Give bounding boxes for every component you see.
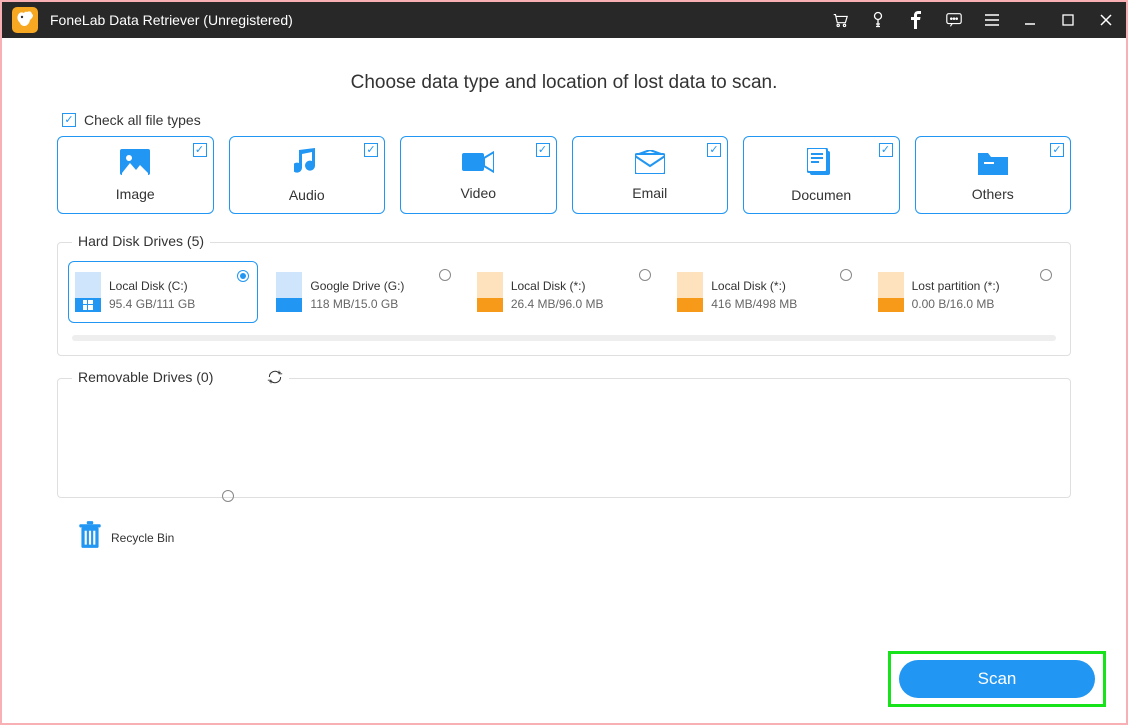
email-icon [635, 150, 665, 179]
page-headline: Choose data type and location of lost da… [57, 72, 1071, 94]
drive-icon [477, 272, 503, 312]
type-checkbox[interactable] [1050, 143, 1064, 157]
drive-size: 118 MB/15.0 GB [310, 297, 404, 311]
scan-button[interactable]: Scan [899, 660, 1095, 698]
drive-name: Local Disk (*:) [511, 279, 604, 293]
check-all-file-types[interactable]: Check all file types [62, 112, 1071, 128]
others-icon [978, 149, 1008, 180]
scan-highlight: Scan [888, 651, 1106, 707]
type-card-image[interactable]: Image [57, 136, 214, 214]
recycle-label: Recycle Bin [111, 531, 174, 545]
audio-icon [294, 148, 320, 181]
documen-icon [807, 148, 835, 181]
cart-icon[interactable] [830, 10, 850, 30]
removable-legend: Removable Drives (0) [72, 369, 289, 388]
video-icon [462, 150, 494, 179]
drive-card[interactable]: Local Disk (C:) 95.4 GB/111 GB [68, 261, 258, 323]
drive-name: Local Disk (C:) [109, 279, 195, 293]
drive-name: Google Drive (G:) [310, 279, 404, 293]
type-checkbox[interactable] [707, 143, 721, 157]
hdd-legend: Hard Disk Drives (5) [72, 233, 210, 249]
key-icon[interactable] [868, 10, 888, 30]
drive-name: Local Disk (*:) [711, 279, 797, 293]
drive-radio[interactable] [439, 269, 451, 281]
type-label: Image [116, 186, 155, 202]
drive-card[interactable]: Google Drive (G:) 118 MB/15.0 GB [270, 261, 458, 323]
type-checkbox[interactable] [879, 143, 893, 157]
type-checkbox[interactable] [536, 143, 550, 157]
recycle-radio[interactable] [222, 490, 234, 502]
drive-card[interactable]: Lost partition (*:) 0.00 B/16.0 MB [872, 261, 1060, 323]
main-content: Choose data type and location of lost da… [2, 38, 1126, 575]
drive-size: 26.4 MB/96.0 MB [511, 297, 604, 311]
drive-card[interactable]: Local Disk (*:) 416 MB/498 MB [671, 261, 859, 323]
type-label: Email [632, 185, 667, 201]
minimize-icon[interactable] [1020, 10, 1040, 30]
trash-icon [77, 520, 103, 555]
drive-radio[interactable] [639, 269, 651, 281]
drive-list: Local Disk (C:) 95.4 GB/111 GB Google Driv… [68, 261, 1060, 323]
titlebar-actions [830, 10, 1116, 30]
type-label: Others [972, 186, 1014, 202]
type-card-audio[interactable]: Audio [229, 136, 386, 214]
type-checkbox[interactable] [193, 143, 207, 157]
image-icon [120, 149, 150, 180]
drive-size: 416 MB/498 MB [711, 297, 797, 311]
maximize-icon[interactable] [1058, 10, 1078, 30]
drive-icon [878, 272, 904, 312]
drive-radio[interactable] [840, 269, 852, 281]
drive-icon [677, 272, 703, 312]
type-card-documen[interactable]: Documen [743, 136, 900, 214]
type-card-email[interactable]: Email [572, 136, 729, 214]
close-icon[interactable] [1096, 10, 1116, 30]
feedback-icon[interactable] [944, 10, 964, 30]
check-all-label: Check all file types [84, 112, 201, 128]
app-title: FoneLab Data Retriever (Unregistered) [50, 12, 830, 28]
facebook-icon[interactable] [906, 10, 926, 30]
checkbox-icon[interactable] [62, 113, 76, 127]
drive-size: 95.4 GB/111 GB [109, 297, 195, 311]
type-label: Documen [791, 187, 851, 203]
drive-scrollbar[interactable] [72, 335, 1056, 341]
removable-section: Removable Drives (0) [57, 378, 1071, 498]
file-type-cards: Image Audio Video Email Documen Others [57, 136, 1071, 214]
drive-radio[interactable] [237, 270, 249, 282]
type-label: Video [460, 185, 496, 201]
drive-icon [276, 272, 302, 312]
recycle-bin-option[interactable]: Recycle Bin [77, 520, 1071, 555]
app-logo [12, 7, 38, 33]
type-card-others[interactable]: Others [915, 136, 1072, 214]
drive-size: 0.00 B/16.0 MB [912, 297, 1000, 311]
type-label: Audio [289, 187, 325, 203]
titlebar: FoneLab Data Retriever (Unregistered) [2, 2, 1126, 38]
type-card-video[interactable]: Video [400, 136, 557, 214]
type-checkbox[interactable] [364, 143, 378, 157]
drive-card[interactable]: Local Disk (*:) 26.4 MB/96.0 MB [471, 261, 659, 323]
menu-icon[interactable] [982, 10, 1002, 30]
refresh-icon[interactable] [267, 369, 283, 388]
drive-radio[interactable] [1040, 269, 1052, 281]
drive-name: Lost partition (*:) [912, 279, 1000, 293]
hdd-section: Hard Disk Drives (5) Local Disk (C:)95.4… [57, 242, 1071, 356]
drive-icon [75, 272, 101, 312]
